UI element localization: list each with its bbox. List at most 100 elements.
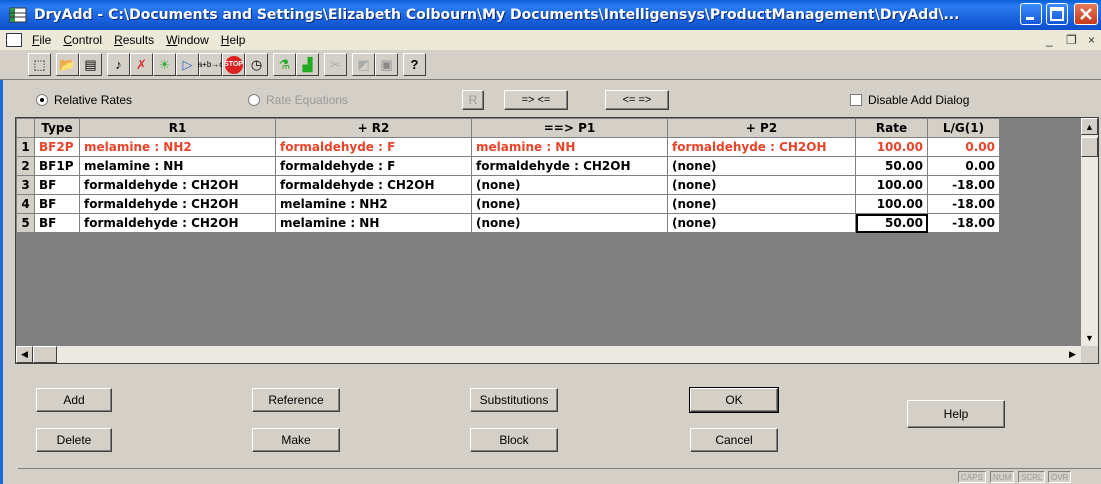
row-number[interactable]: 1 [16,137,35,157]
help-toolbar-button[interactable]: ? [403,53,426,76]
new-button[interactable]: ⬚ [28,53,51,76]
cell-r2[interactable]: melamine : NH2 [275,194,472,214]
cell-r2[interactable]: formaldehyde : F [275,156,472,176]
cell-p2[interactable]: (none) [667,156,856,176]
lab-button[interactable]: ▣ [375,53,398,76]
reactions-grid[interactable]: Type R1 + R2 ==> P1 + P2 Rate L/G(1) 1 B… [15,117,1099,364]
cell-rate[interactable]: 100.00 [855,175,928,195]
triangle-button[interactable]: ▷ [176,53,199,76]
cell-r1[interactable]: formaldehyde : CH2OH [79,194,276,214]
vertical-scroll-thumb[interactable] [1081,137,1098,157]
cell-type[interactable]: BF [34,213,80,233]
table-row[interactable]: 3 BF formaldehyde : CH2OH formaldehyde :… [16,175,1000,195]
row-number[interactable]: 5 [16,213,35,233]
relative-rates-radio[interactable]: Relative Rates [36,93,132,107]
cell-p2[interactable]: (none) [667,194,856,214]
save-button[interactable]: ▤ [79,53,102,76]
cell-r2[interactable]: melamine : NH [275,213,472,233]
cell-r1[interactable]: melamine : NH [79,156,276,176]
scroll-left-icon[interactable]: ◀ [16,346,33,363]
cell-rate-selected[interactable]: 50.00 [855,213,928,233]
cell-p1[interactable]: (none) [471,175,668,195]
column-header-r2[interactable]: + R2 [275,118,472,138]
maximize-button[interactable] [1046,3,1068,25]
scroll-right-icon[interactable]: ▶ [1064,346,1081,363]
scroll-up-icon[interactable]: ▲ [1081,118,1098,135]
r-button[interactable]: R [462,90,484,110]
title-bar[interactable]: DryAdd - C:\Documents and Settings\Eliza… [0,0,1101,30]
close-button[interactable] [1074,3,1098,25]
column-header-type[interactable]: Type [34,118,80,138]
cell-p2[interactable]: (none) [667,213,856,233]
mdi-restore-button[interactable]: ❐ [1066,33,1077,47]
menu-window[interactable]: Window [160,33,215,47]
minimize-button[interactable] [1020,3,1042,25]
table-row[interactable]: 1 BF2P melamine : NH2 formaldehyde : F m… [16,137,1000,157]
stop-button[interactable]: STOP [222,53,245,76]
horizontal-scroll-thumb[interactable] [33,346,57,363]
row-number[interactable]: 3 [16,175,35,195]
equation-button[interactable]: a+b→c [198,53,223,76]
table-row[interactable]: 5 BF formaldehyde : CH2OH melamine : NH … [16,213,1000,233]
cell-p1[interactable]: melamine : NH [471,137,668,157]
cell-lg[interactable]: -18.00 [927,213,1000,233]
column-header-rate[interactable]: Rate [855,118,928,138]
menu-control[interactable]: Control [57,33,108,47]
cell-rate[interactable]: 100.00 [855,137,928,157]
column-header-p1[interactable]: ==> P1 [471,118,668,138]
cell-lg[interactable]: 0.00 [927,137,1000,157]
cell-r2[interactable]: formaldehyde : CH2OH [275,175,472,195]
chart-button[interactable]: ◩ [352,53,375,76]
row-number[interactable]: 4 [16,194,35,214]
menu-file[interactable]: File [26,33,57,47]
horizontal-scrollbar[interactable]: ◀ ▶ [16,346,1081,363]
cell-type[interactable]: BF [34,175,80,195]
column-header-r1[interactable]: R1 [79,118,276,138]
menu-results[interactable]: Results [108,33,160,47]
vertical-scrollbar[interactable]: ▲ ▼ [1081,118,1098,346]
cell-p1[interactable]: formaldehyde : CH2OH [471,156,668,176]
cell-rate[interactable]: 100.00 [855,194,928,214]
cell-lg[interactable]: -18.00 [927,175,1000,195]
mdi-minimize-button[interactable]: _ [1046,33,1053,47]
cell-r2[interactable]: formaldehyde : F [275,137,472,157]
document-grid-icon[interactable] [6,33,22,47]
column-header-lg[interactable]: L/G(1) [927,118,1000,138]
column-header-p2[interactable]: + P2 [667,118,856,138]
check-button[interactable]: ✗ [130,53,153,76]
reference-button[interactable]: Reference [252,388,340,412]
cell-lg[interactable]: -18.00 [927,194,1000,214]
cell-p2[interactable]: (none) [667,175,856,195]
cell-type[interactable]: BF2P [34,137,80,157]
cell-p1[interactable]: (none) [471,213,668,233]
cell-r1[interactable]: formaldehyde : CH2OH [79,213,276,233]
add-button[interactable]: Add [36,388,112,412]
scroll-down-icon[interactable]: ▼ [1081,329,1098,346]
rate-equations-radio[interactable]: Rate Equations [248,93,348,107]
cell-rate[interactable]: 50.00 [855,156,928,176]
flask-button[interactable]: ⚗ [273,53,296,76]
menu-help[interactable]: Help [215,33,252,47]
cell-type[interactable]: BF [34,194,80,214]
cell-p2[interactable]: formaldehyde : CH2OH [667,137,856,157]
substitutions-button[interactable]: Substitutions [470,388,558,412]
cell-r1[interactable]: melamine : NH2 [79,137,276,157]
table-row[interactable]: 2 BF1P melamine : NH formaldehyde : F fo… [16,156,1000,176]
table-row[interactable]: 4 BF formaldehyde : CH2OH melamine : NH2… [16,194,1000,214]
forward-button[interactable]: => <= [504,90,568,110]
disable-add-dialog-checkbox[interactable]: Disable Add Dialog [850,93,969,107]
mdi-close-button[interactable]: × [1088,33,1095,47]
make-button[interactable]: Make [252,428,340,452]
note-button[interactable]: ♪ [107,53,130,76]
beaker-button[interactable]: ▟ [296,53,319,76]
cell-lg[interactable]: 0.00 [927,156,1000,176]
block-button[interactable]: Block [470,428,558,452]
cell-r1[interactable]: formaldehyde : CH2OH [79,175,276,195]
clock-button[interactable]: ◷ [245,53,268,76]
ok-button[interactable]: OK [689,387,779,413]
cancel-button[interactable]: Cancel [690,428,778,452]
tools-button[interactable]: ✂ [324,53,347,76]
row-number[interactable]: 2 [16,156,35,176]
cell-type[interactable]: BF1P [34,156,80,176]
open-button[interactable]: 📂 [56,53,79,76]
